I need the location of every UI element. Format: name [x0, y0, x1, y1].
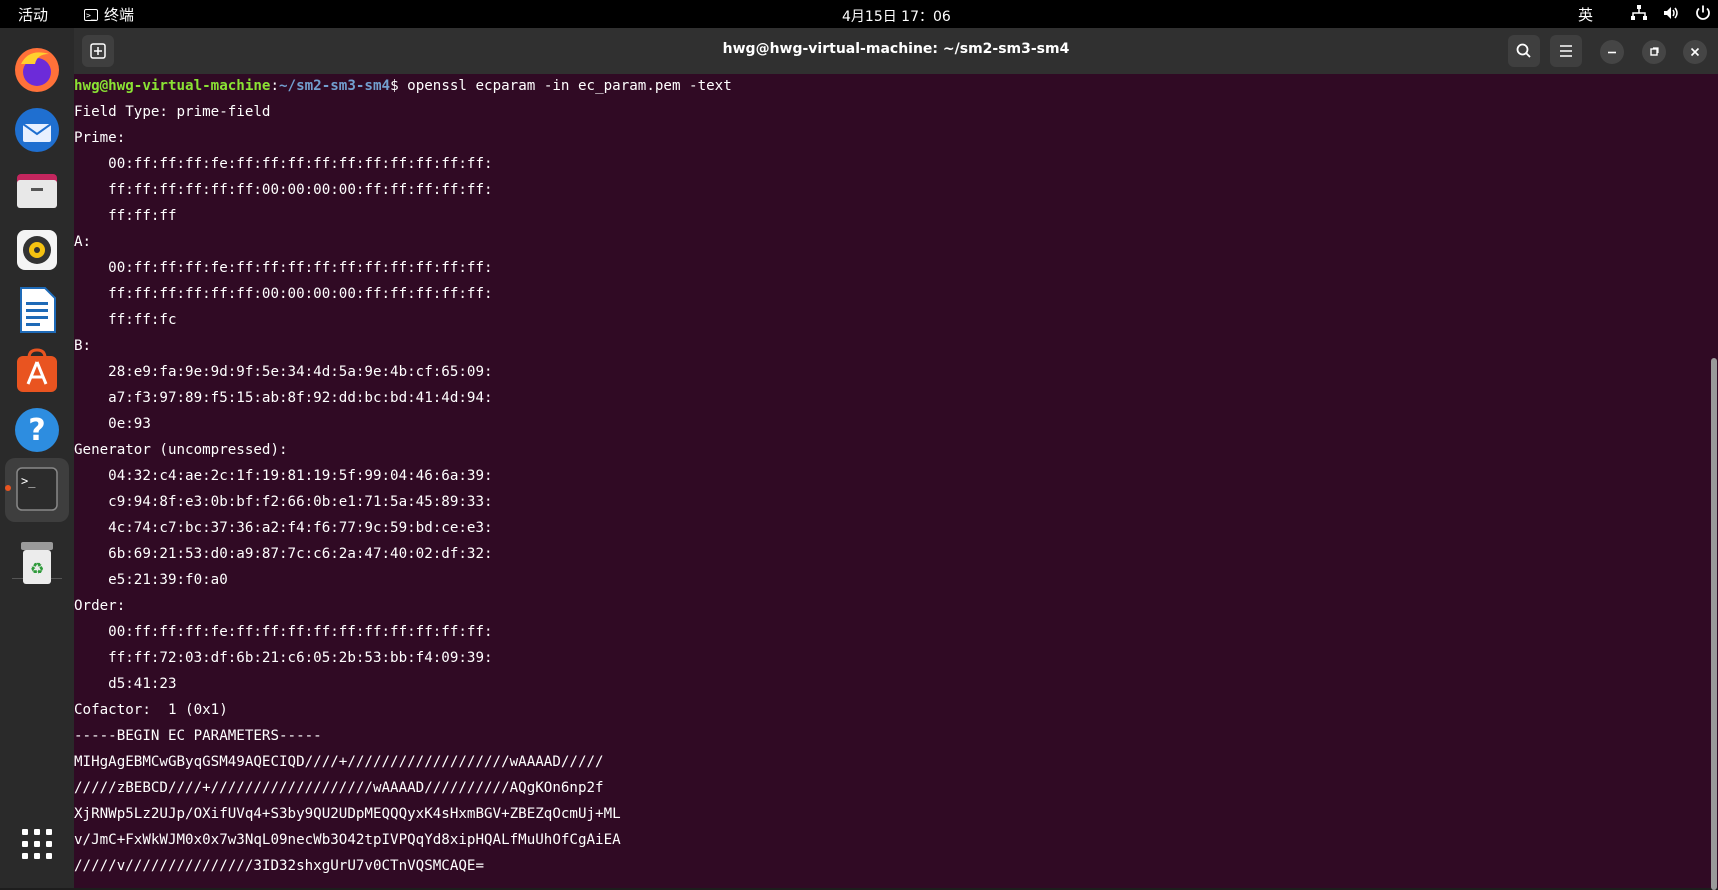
- app-menu-label: 终端: [104, 6, 135, 24]
- activities-button[interactable]: 活动: [18, 4, 48, 25]
- terminal-icon[interactable]: >_: [5, 458, 69, 522]
- search-button[interactable]: [1508, 35, 1540, 67]
- output-line: ff:ff:fc: [74, 312, 177, 328]
- prompt-user: hwg@hwg-virtual-machine: [74, 78, 271, 94]
- command-text: openssl ecparam -in ec_param.pem -text: [407, 78, 732, 94]
- input-method-indicator[interactable]: 英: [1578, 4, 1593, 25]
- svg-text:>_: >_: [21, 474, 36, 488]
- output-line: 04:32:c4:ae:2c:1f:19:81:19:5f:99:04:46:6…: [74, 468, 493, 484]
- app-menu[interactable]: >_ 终端: [84, 4, 134, 25]
- output-line: 0e:93: [74, 416, 151, 432]
- prompt-path: ~/sm2-sm3-sm4: [279, 78, 391, 94]
- maximize-button[interactable]: [1642, 40, 1666, 64]
- thunderbird-icon[interactable]: [11, 104, 63, 156]
- output-line: ff:ff:ff:ff:ff:ff:00:00:00:00:ff:ff:ff:f…: [74, 182, 493, 198]
- top-bar: 活动 >_ 终端 4月15日 17：06 英: [0, 0, 1718, 28]
- output-line: B:: [74, 338, 92, 354]
- prompt-end: $: [390, 78, 408, 94]
- terminal-output[interactable]: hwg@hwg-virtual-machine:~/sm2-sm3-sm4$ o…: [74, 74, 1718, 888]
- output-line: e5:21:39:f0:a0: [74, 572, 228, 588]
- writer-icon[interactable]: [11, 284, 63, 336]
- output-line: Order:: [74, 598, 126, 614]
- help-icon[interactable]: ?: [11, 404, 63, 456]
- prompt-line: hwg@hwg-virtual-machine:~/sm2-sm3-sm4$ o…: [74, 74, 732, 98]
- close-button[interactable]: [1683, 40, 1707, 64]
- output-line: Field Type: prime-field: [74, 104, 271, 120]
- terminal-small-icon: >_: [84, 8, 98, 21]
- output-line: 00:ff:ff:ff:fe:ff:ff:ff:ff:ff:ff:ff:ff:f…: [74, 260, 493, 276]
- output-line: 4c:74:c7:bc:37:36:a2:f4:f6:77:9c:59:bd:c…: [74, 520, 493, 536]
- network-icon[interactable]: [1630, 4, 1648, 22]
- dock: ? >_ ♻: [0, 28, 74, 888]
- window-title: hwg@hwg-virtual-machine: ~/sm2-sm3-sm4: [722, 41, 1070, 57]
- output-line: MIHgAgEBMCwGByqGSM49AQECIQD////+////////…: [74, 754, 604, 770]
- svg-text:?: ?: [28, 413, 45, 448]
- output-line: 00:ff:ff:ff:fe:ff:ff:ff:ff:ff:ff:ff:ff:f…: [74, 624, 493, 640]
- system-tray[interactable]: [1630, 4, 1712, 22]
- output-line: A:: [74, 234, 92, 250]
- firefox-icon[interactable]: [11, 44, 63, 96]
- output-line: /////v///////////////3ID32shxgUrU7v0CTnV…: [74, 858, 484, 874]
- output-line: Generator (uncompressed):: [74, 442, 288, 458]
- output-line: XjRNWp5Lz2UJp/OXifUVq4+S3by9QU2UDpMEQQQy…: [74, 806, 621, 822]
- minimize-button[interactable]: [1600, 40, 1624, 64]
- output-line: ff:ff:72:03:df:6b:21:c6:05:2b:53:bb:f4:0…: [74, 650, 493, 666]
- power-icon[interactable]: [1694, 4, 1712, 22]
- output-line: -----BEGIN EC PARAMETERS-----: [74, 728, 322, 744]
- output-line: 00:ff:ff:ff:fe:ff:ff:ff:ff:ff:ff:ff:ff:f…: [74, 156, 493, 172]
- svg-text:♻: ♻: [30, 559, 44, 578]
- output-line: d5:41:23: [74, 676, 177, 692]
- rhythmbox-icon[interactable]: [11, 224, 63, 276]
- output-line: /////zBEBCD////+///////////////////wAAAA…: [74, 780, 604, 796]
- menu-button[interactable]: [1550, 35, 1582, 67]
- output-line: v/JmC+FxWkWJM0x0x7w3NqL09necWb3O42tpIVPQ…: [74, 832, 621, 848]
- output-line: 28:e9:fa:9e:9d:9f:5e:34:4d:5a:9e:4b:cf:6…: [74, 364, 493, 380]
- output-line: ff:ff:ff:ff:ff:ff:00:00:00:00:ff:ff:ff:f…: [74, 286, 493, 302]
- trash-icon[interactable]: ♻: [11, 536, 63, 588]
- app-center-icon[interactable]: [11, 344, 63, 396]
- output-line: Cofactor: 1 (0x1): [74, 702, 228, 718]
- output-line: ff:ff:ff: [74, 208, 177, 224]
- header-bar: hwg@hwg-virtual-machine: ~/sm2-sm3-sm4: [74, 28, 1718, 74]
- files-icon[interactable]: [11, 164, 63, 216]
- running-indicator: [5, 485, 11, 491]
- volume-icon[interactable]: [1662, 4, 1680, 22]
- clock[interactable]: 4月15日 17：06: [842, 6, 951, 26]
- terminal-scrollbar[interactable]: [1711, 358, 1717, 890]
- prompt-separator: :: [270, 78, 280, 94]
- output-line: a7:f3:97:89:f5:15:ab:8f:92:dd:bc:bd:41:4…: [74, 390, 493, 406]
- output-line: Prime:: [74, 130, 126, 146]
- output-line: c9:94:8f:e3:0b:bf:f2:66:0b:e1:71:5a:45:8…: [74, 494, 493, 510]
- terminal-window: hwg@hwg-virtual-machine: ~/sm2-sm3-sm4 h…: [74, 28, 1718, 890]
- app-grid-icon[interactable]: [11, 818, 63, 870]
- output-line: 6b:69:21:53:d0:a9:87:7c:c6:2a:47:40:02:d…: [74, 546, 493, 562]
